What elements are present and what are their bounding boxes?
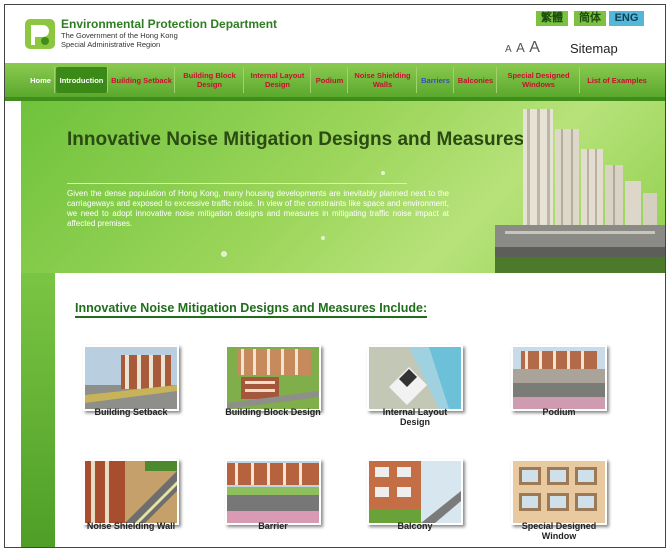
noise-shielding-wall-label: Noise Shielding Wall [86, 521, 176, 531]
main-content: Innovative Noise Mitigation Designs and … [55, 273, 665, 547]
sparkle-decoration [321, 236, 325, 240]
barrier-label: Barrier [258, 521, 288, 531]
banner-divider [67, 183, 407, 184]
nav-special-designed-windows[interactable]: Special Designed Windows [498, 67, 580, 93]
region-line: Special Administrative Region [61, 40, 161, 49]
thumb-building-setback[interactable]: Building Setback [83, 345, 179, 417]
left-decor-strip [21, 273, 55, 547]
thumb-podium[interactable]: Podium [511, 345, 607, 417]
nav-barriers[interactable]: Barriers [418, 67, 454, 93]
building-setback-label: Building Setback [94, 407, 168, 417]
banner-intro-text: Given the dense population of Hong Kong,… [67, 189, 449, 228]
sparkle-decoration [221, 251, 227, 257]
thumb-barrier[interactable]: Barrier [225, 459, 321, 531]
nav-balconies[interactable]: Balconies [455, 67, 497, 93]
nav-list-of-examples[interactable]: List of Examples [581, 67, 653, 93]
hero-banner: Innovative Noise Mitigation Designs and … [21, 101, 665, 273]
lang-english-link[interactable]: ENG [609, 11, 644, 26]
balcony-image [367, 459, 463, 525]
thumb-balcony[interactable]: Balcony [367, 459, 463, 531]
thumb-building-block-design[interactable]: Building Block Design [225, 345, 321, 417]
barrier-image [225, 459, 321, 525]
site-header: Environmental Protection Department The … [5, 5, 665, 63]
department-name: Environmental Protection Department [61, 17, 278, 31]
font-small-button[interactable]: A [505, 44, 512, 55]
housing-estate-photo [495, 109, 665, 273]
building-setback-image [83, 345, 179, 411]
main-nav: Home Introduction Building Setback Build… [5, 63, 665, 101]
government-line: The Government of the Hong Kong [61, 31, 178, 40]
lang-simplified-chinese-link[interactable]: 简体 [574, 11, 606, 26]
font-size-controls: A A A [505, 39, 540, 57]
sparkle-decoration [381, 171, 385, 175]
nav-noise-shielding-walls[interactable]: Noise Shielding Walls [349, 67, 417, 93]
font-medium-button[interactable]: A [516, 40, 525, 55]
sitemap-link[interactable]: Sitemap [570, 41, 618, 56]
noise-shielding-wall-image [83, 459, 179, 525]
nav-introduction[interactable]: Introduction [56, 67, 108, 93]
internal-layout-design-image [367, 345, 463, 411]
nav-building-block-design[interactable]: Building Block Design [176, 67, 244, 93]
special-designed-window-label: Special Designed Window [521, 521, 597, 541]
lang-traditional-chinese-link[interactable]: 繁體 [536, 11, 568, 26]
podium-label: Podium [542, 407, 576, 417]
nav-building-setback[interactable]: Building Setback [109, 67, 175, 93]
nav-podium[interactable]: Podium [312, 67, 348, 93]
nav-home[interactable]: Home [27, 67, 55, 93]
nav-internal-layout-design[interactable]: Internal Layout Design [245, 67, 311, 93]
thumb-internal-layout-design[interactable]: Internal Layout Design [367, 345, 463, 427]
balcony-label: Balcony [397, 521, 433, 531]
thumb-special-designed-window[interactable]: Special Designed Window [511, 459, 607, 541]
podium-image [511, 345, 607, 411]
thumb-noise-shielding-wall[interactable]: Noise Shielding Wall [83, 459, 179, 531]
section-heading: Innovative Noise Mitigation Designs and … [75, 301, 428, 318]
banner-title: Innovative Noise Mitigation Designs and … [67, 129, 525, 150]
font-large-button[interactable]: A [529, 39, 540, 56]
special-designed-window-image [511, 459, 607, 525]
page-frame: Environmental Protection Department The … [4, 4, 666, 548]
building-block-design-image [225, 345, 321, 411]
epd-logo-icon[interactable] [25, 19, 55, 49]
internal-layout-design-label: Internal Layout Design [382, 407, 448, 427]
building-block-design-label: Building Block Design [225, 407, 321, 417]
